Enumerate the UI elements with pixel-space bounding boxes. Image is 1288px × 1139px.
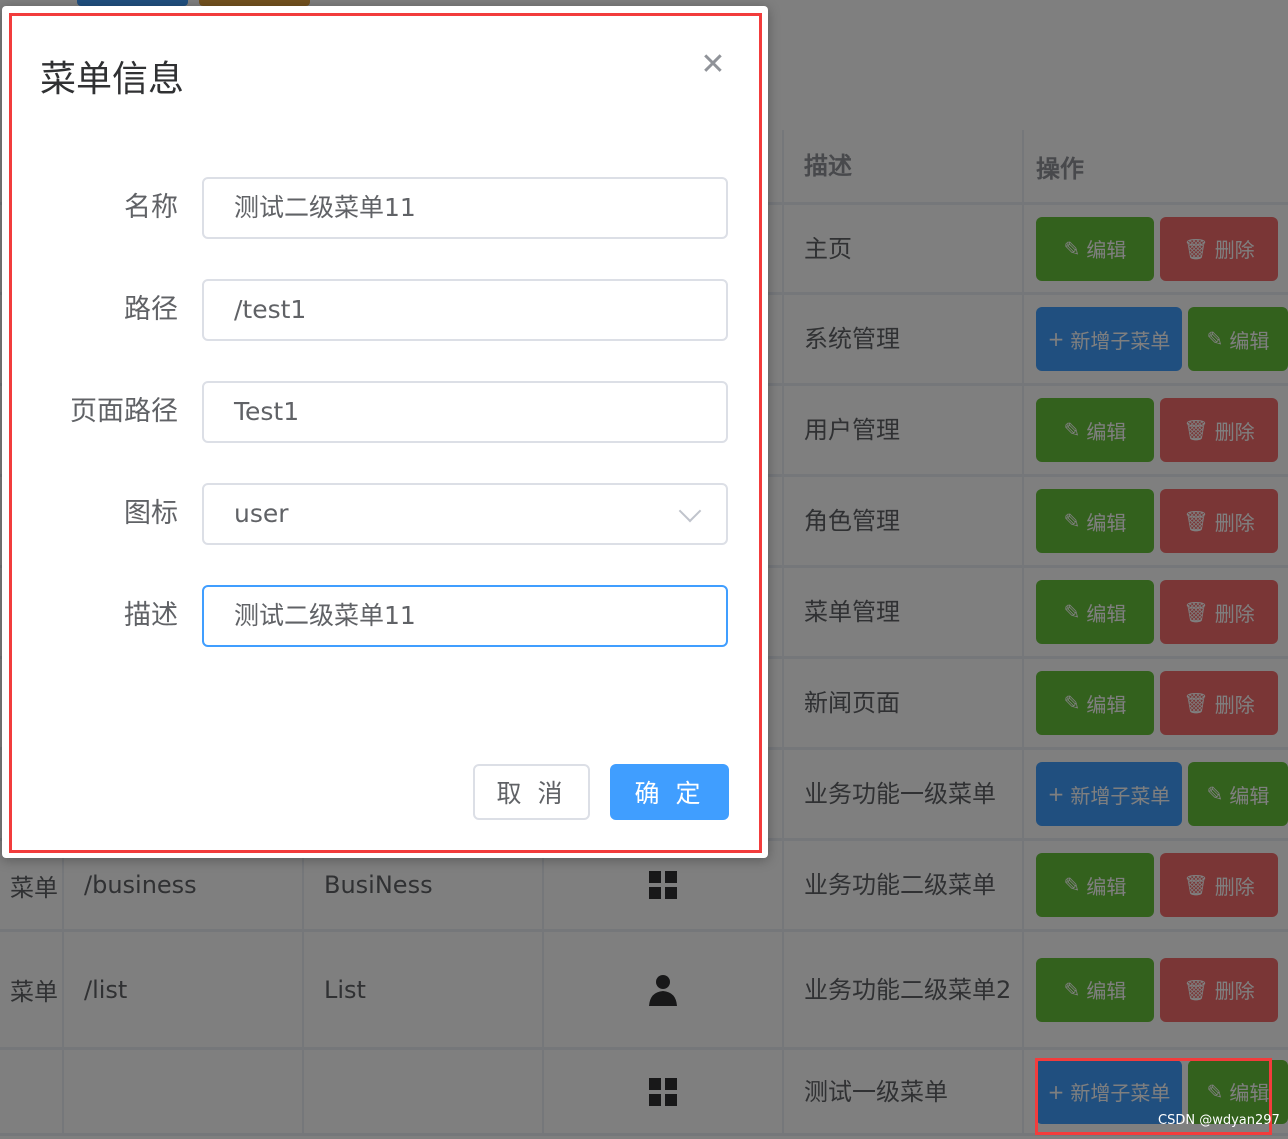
field-input[interactable]: /test1 (202, 279, 728, 341)
confirm-button[interactable]: 确 定 (610, 764, 729, 820)
field-label: 路径 (124, 294, 178, 325)
field-label: 页面路径 (70, 396, 178, 427)
dialog-title: 菜单信息 (40, 59, 185, 100)
field-input[interactable]: 测试二级菜单11 (202, 585, 728, 647)
field-input[interactable]: Test1 (202, 381, 728, 443)
cancel-button[interactable]: 取 消 (473, 764, 590, 820)
close-icon[interactable]: ✕ (698, 50, 728, 80)
form-row: 图标 user (2, 483, 768, 545)
menu-info-dialog: 菜单信息 ✕ 名称 测试二级菜单11 路径 /test1 页面路径 Test1 … (2, 6, 768, 858)
icon-select[interactable]: user (202, 483, 728, 545)
watermark: CSDN @wdyan297 (1158, 1113, 1280, 1128)
field-label: 描述 (124, 600, 178, 631)
form-row: 路径 /test1 (2, 279, 768, 341)
field-label: 名称 (124, 192, 178, 223)
form-row: 描述 测试二级菜单11 (2, 585, 768, 647)
field-input[interactable]: 测试二级菜单11 (202, 177, 728, 239)
form-row: 名称 测试二级菜单11 (2, 177, 768, 239)
form-row: 页面路径 Test1 (2, 381, 768, 443)
field-label: 图标 (124, 498, 178, 529)
